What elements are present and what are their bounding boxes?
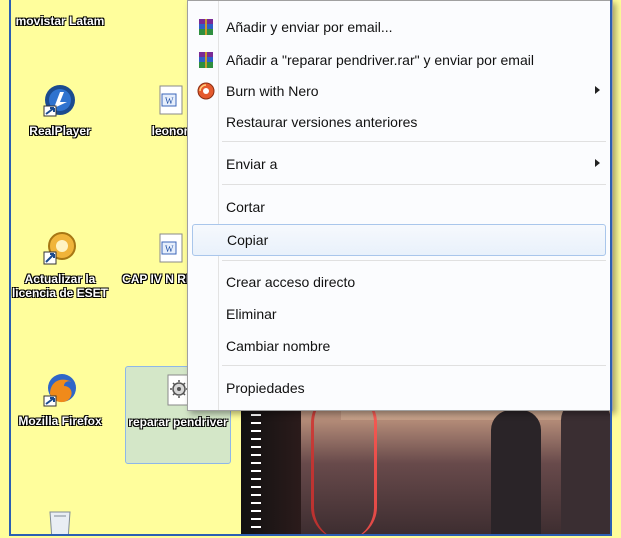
menu-separator <box>222 141 606 142</box>
menu-item-label: Cambiar nombre <box>226 338 331 354</box>
desktop-icon-eset[interactable]: Actualizar la licencia de ESET <box>11 230 115 300</box>
desktop-icon-recycle-bin[interactable] <box>11 506 115 536</box>
submenu-arrow-icon <box>595 86 600 94</box>
desktop-icon-firefox[interactable]: Mozilla Firefox <box>11 372 115 428</box>
firefox-icon <box>42 372 78 408</box>
menu-item-label: Enviar a <box>226 156 278 172</box>
submenu-arrow-icon <box>595 159 600 167</box>
wallpaper-figure-right <box>561 400 611 536</box>
winrar-icon <box>197 18 215 36</box>
desktop-icon-label: reparar pendriver <box>128 415 228 429</box>
context-menu: Añadir y enviar por email... Añadir a "r… <box>187 0 613 411</box>
svg-text:W: W <box>165 96 174 106</box>
menu-item-label: Restaurar versiones anteriores <box>226 114 418 130</box>
desktop-icon-label: Mozilla Firefox <box>18 414 102 428</box>
word-doc-icon: W <box>152 230 188 266</box>
desktop-icon-label: movistar Latam <box>15 14 105 28</box>
desktop-icon-label: RealPlayer <box>29 124 91 138</box>
nero-icon <box>197 82 215 100</box>
menu-item-restore-previous-versions[interactable]: Restaurar versiones anteriores <box>192 107 606 137</box>
menu-item-label: Propiedades <box>226 380 305 396</box>
menu-item-properties[interactable]: Propiedades <box>192 373 606 403</box>
wallpaper-dots <box>251 390 261 530</box>
menu-item-copy[interactable]: Copiar <box>192 224 606 256</box>
menu-separator <box>222 260 606 261</box>
word-doc-icon: W <box>152 82 188 118</box>
desktop-icon-realplayer[interactable]: RealPlayer <box>11 82 115 138</box>
menu-item-label: Eliminar <box>226 306 277 322</box>
desktop-icon-movistar[interactable]: movistar Latam <box>11 8 115 28</box>
menu-item-label: Copiar <box>227 232 269 248</box>
screenshot-frame: movistar Latam RealPlayer W leonor Actua… <box>0 0 621 538</box>
menu-item-rename[interactable]: Cambiar nombre <box>192 331 606 361</box>
svg-text:W: W <box>165 244 174 254</box>
realplayer-icon <box>42 82 78 118</box>
menu-separator <box>222 365 606 366</box>
menu-item-label: Burn with Nero <box>226 83 319 99</box>
menu-item-label: Añadir a "reparar pendriver.rar" y envia… <box>226 52 534 68</box>
menu-item-delete[interactable]: Eliminar <box>192 299 606 329</box>
eset-icon <box>42 230 78 266</box>
menu-item-add-rar-and-email[interactable]: Añadir a "reparar pendriver.rar" y envia… <box>192 45 606 75</box>
recycle-bin-icon <box>42 506 78 536</box>
menu-item-label: Crear acceso directo <box>226 274 356 290</box>
menu-item-cut[interactable]: Cortar <box>192 192 606 222</box>
menu-item-burn-with-nero[interactable]: Burn with Nero <box>192 76 606 106</box>
wallpaper-figure-left <box>491 410 541 536</box>
desktop-icon-label: Actualizar la licencia de ESET <box>11 272 109 300</box>
wallpaper-red-swirl <box>311 390 377 536</box>
menu-separator <box>222 184 606 185</box>
menu-item-label: Añadir y enviar por email... <box>226 19 393 35</box>
menu-item-add-and-email[interactable]: Añadir y enviar por email... <box>192 12 606 42</box>
menu-item-label: Cortar <box>226 199 265 215</box>
menu-item-send-to[interactable]: Enviar a <box>192 149 606 179</box>
winrar-icon <box>197 51 215 69</box>
menu-item-create-shortcut[interactable]: Crear acceso directo <box>192 267 606 297</box>
